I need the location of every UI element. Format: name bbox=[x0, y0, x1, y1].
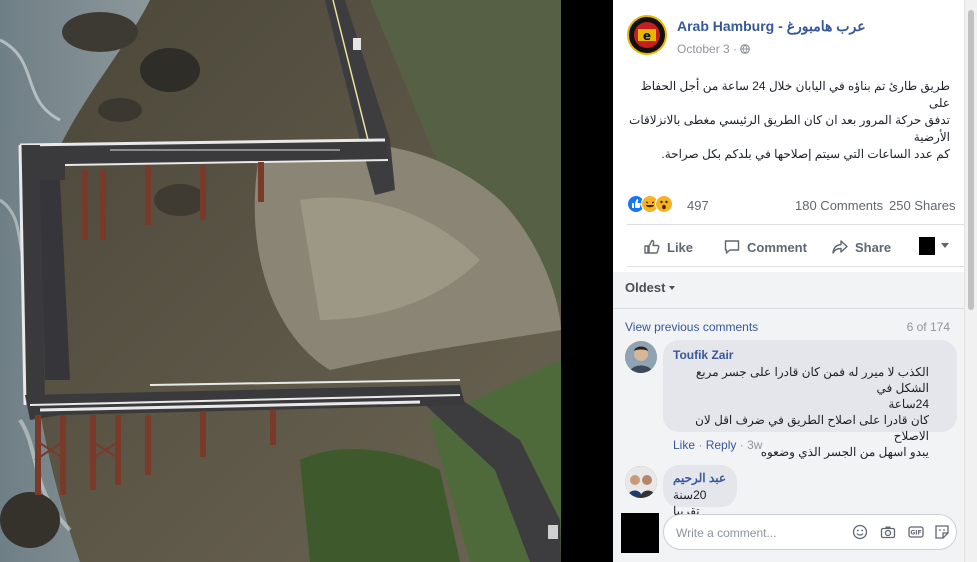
meta-dot: · bbox=[733, 42, 741, 56]
post-panel: e Arab Hamburg - عرب هامبورغ October 3 ·… bbox=[613, 0, 977, 562]
scrollbar-thumb[interactable] bbox=[968, 10, 974, 310]
chevron-down-icon[interactable] bbox=[941, 243, 949, 248]
post-text-line: طريق طارئ تم بناؤه في اليابان خلال 24 سا… bbox=[640, 79, 950, 110]
comment-author[interactable]: Toufik Zair bbox=[673, 348, 733, 362]
comment-sort-dropdown[interactable]: Oldest bbox=[625, 280, 676, 295]
comments-section: Oldest View previous comments 6 of 174 T… bbox=[613, 272, 964, 562]
separator: · bbox=[739, 438, 748, 452]
comment-composer[interactable]: GIF bbox=[663, 514, 957, 550]
divider bbox=[627, 224, 964, 225]
avatar[interactable] bbox=[625, 341, 657, 373]
post-text: طريق طارئ تم بناؤه في اليابان خلال 24 سا… bbox=[627, 78, 950, 163]
view-previous-comments-link[interactable]: View previous comments bbox=[625, 320, 758, 334]
post-photo[interactable] bbox=[0, 0, 561, 562]
comment-like-link[interactable]: Like bbox=[673, 438, 695, 452]
page-name[interactable]: Arab Hamburg - عرب هامبورغ bbox=[677, 18, 866, 35]
post-text-line: تدفق حركة المرور بعد ان كان الطريق الرئي… bbox=[629, 113, 950, 127]
comment-time[interactable]: 3w bbox=[747, 438, 762, 452]
comment-icon bbox=[724, 240, 740, 254]
separator: · bbox=[698, 438, 706, 452]
viewer-avatar[interactable] bbox=[621, 513, 659, 553]
comment-line: الكذب لا ميرر له فمن كان قادرا على جسر م… bbox=[695, 365, 929, 395]
user-photo-icon bbox=[625, 466, 657, 498]
avatar[interactable] bbox=[625, 466, 657, 498]
post-text-line: الأرضية bbox=[913, 130, 950, 144]
sticker-icon[interactable] bbox=[934, 524, 950, 540]
post-meta: October 3 · bbox=[677, 42, 751, 56]
shares-count[interactable]: 250 Shares bbox=[889, 198, 956, 213]
viewer-avatar[interactable] bbox=[919, 237, 935, 255]
share-button[interactable]: Share bbox=[831, 236, 891, 258]
comment-actions: Like · Reply · 3w bbox=[673, 438, 762, 452]
comment-label: Comment bbox=[747, 239, 807, 255]
camera-icon[interactable] bbox=[880, 524, 896, 540]
bridge-landslide-photo bbox=[0, 0, 561, 562]
share-label: Share bbox=[855, 239, 892, 255]
comment-reply-link[interactable]: Reply bbox=[706, 438, 737, 452]
share-icon bbox=[832, 240, 848, 254]
page-avatar[interactable]: e bbox=[627, 15, 667, 55]
wow-icon bbox=[655, 195, 673, 213]
globe-icon bbox=[740, 44, 751, 54]
comments-page-count: 6 of 174 bbox=[906, 320, 950, 334]
post-date[interactable]: October 3 bbox=[677, 42, 730, 56]
reactions-count[interactable]: 497 bbox=[687, 198, 709, 213]
user-photo-icon bbox=[625, 341, 657, 373]
sort-label: Oldest bbox=[625, 280, 666, 295]
comment-button[interactable]: Comment bbox=[723, 236, 807, 258]
comment-line: 24ساعة bbox=[888, 397, 929, 411]
divider bbox=[627, 266, 964, 267]
chevron-down-icon bbox=[669, 285, 676, 290]
svg-text:e: e bbox=[643, 29, 651, 43]
comments-count[interactable]: 180 Comments bbox=[795, 198, 883, 213]
emoji-icon[interactable] bbox=[852, 524, 868, 540]
divider bbox=[613, 308, 964, 309]
svg-text:GIF: GIF bbox=[910, 530, 921, 537]
post-text-line: كم عدد الساعات التي سيتم إصلاحها في بلدك… bbox=[661, 147, 950, 161]
thumbs-up-icon bbox=[644, 239, 660, 254]
comment-author[interactable]: عبد الرحيم bbox=[673, 471, 726, 485]
like-label: Like bbox=[667, 239, 694, 255]
gif-icon[interactable]: GIF bbox=[908, 524, 924, 540]
scrollbar[interactable] bbox=[964, 0, 977, 562]
page-logo-icon: e bbox=[630, 18, 664, 52]
like-button[interactable]: Like bbox=[643, 236, 693, 258]
comment-input[interactable] bbox=[674, 523, 848, 543]
